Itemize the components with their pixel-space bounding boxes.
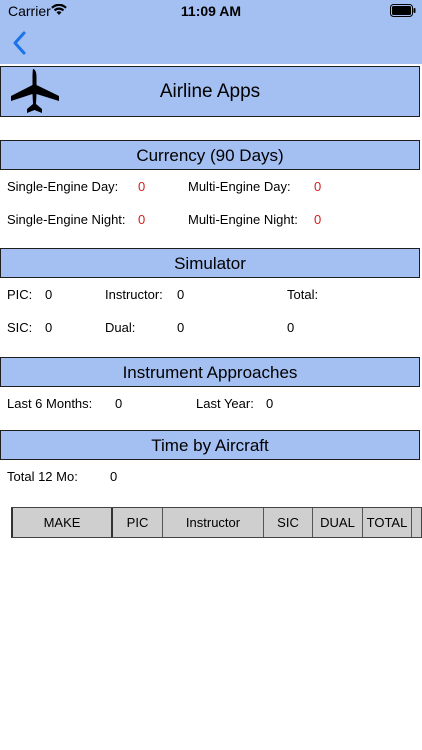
column-header-make[interactable]: MAKE — [13, 508, 113, 537]
sim-instructor-label: Instructor: — [105, 287, 163, 302]
sim-pic-value: 0 — [45, 287, 53, 302]
chevron-left-icon[interactable] — [10, 30, 30, 56]
single-engine-day-label: Single-Engine Day: — [7, 179, 119, 194]
app-header: Airline Apps — [0, 66, 420, 117]
column-header-dual[interactable]: DUAL — [313, 508, 363, 537]
aircraft-section-header: Time by Aircraft — [0, 430, 420, 460]
sim-dual-label: Dual: — [105, 320, 136, 335]
sim-pic-label: PIC: — [7, 287, 33, 302]
approaches-title: Instrument Approaches — [122, 363, 298, 382]
column-header-pic[interactable]: PIC — [113, 508, 163, 537]
single-engine-night-label: Single-Engine Night: — [7, 212, 126, 227]
clock-label: 11:09 AM — [180, 3, 242, 19]
total-12-months-label: Total 12 Mo: — [7, 469, 78, 484]
last-year-label: Last Year: — [196, 396, 254, 411]
single-engine-night-value: 0 — [138, 212, 146, 227]
aircraft-table-header: MAKE PIC Instructor SIC DUAL TOTAL — [11, 507, 422, 538]
currency-title: Currency (90 Days) — [136, 146, 284, 165]
multi-engine-night-value: 0 — [314, 212, 322, 227]
simulator-title: Simulator — [174, 254, 246, 273]
page-title: Airline Apps — [159, 81, 261, 102]
sim-sic-value: 0 — [45, 320, 53, 335]
battery-icon — [390, 4, 416, 17]
multi-engine-day-label: Multi-Engine Day: — [188, 179, 291, 194]
aircraft-title: Time by Aircraft — [151, 436, 269, 455]
last-year-value: 0 — [266, 396, 274, 411]
last-6-months-label: Last 6 Months: — [7, 396, 93, 411]
approaches-section-header: Instrument Approaches — [0, 357, 420, 387]
last-6-months-value: 0 — [115, 396, 123, 411]
multi-engine-day-value: 0 — [314, 179, 322, 194]
total-12-months-value: 0 — [110, 469, 118, 484]
sim-instructor-value: 0 — [177, 287, 185, 302]
single-engine-day-value: 0 — [138, 179, 146, 194]
column-header-overflow — [412, 508, 421, 537]
simulator-section-header: Simulator — [0, 248, 420, 278]
sim-dual-value: 0 — [177, 320, 185, 335]
column-header-total[interactable]: TOTAL — [363, 508, 412, 537]
column-header-instructor[interactable]: Instructor — [163, 508, 264, 537]
sim-sic-label: SIC: — [7, 320, 33, 335]
currency-section-header: Currency (90 Days) — [0, 140, 420, 170]
sim-total-value: 0 — [287, 320, 295, 335]
navigation-bar: Carrier 11:09 AM — [0, 0, 422, 64]
column-header-sic[interactable]: SIC — [264, 508, 313, 537]
multi-engine-night-label: Multi-Engine Night: — [188, 212, 298, 227]
sim-total-label: Total: — [287, 287, 319, 302]
